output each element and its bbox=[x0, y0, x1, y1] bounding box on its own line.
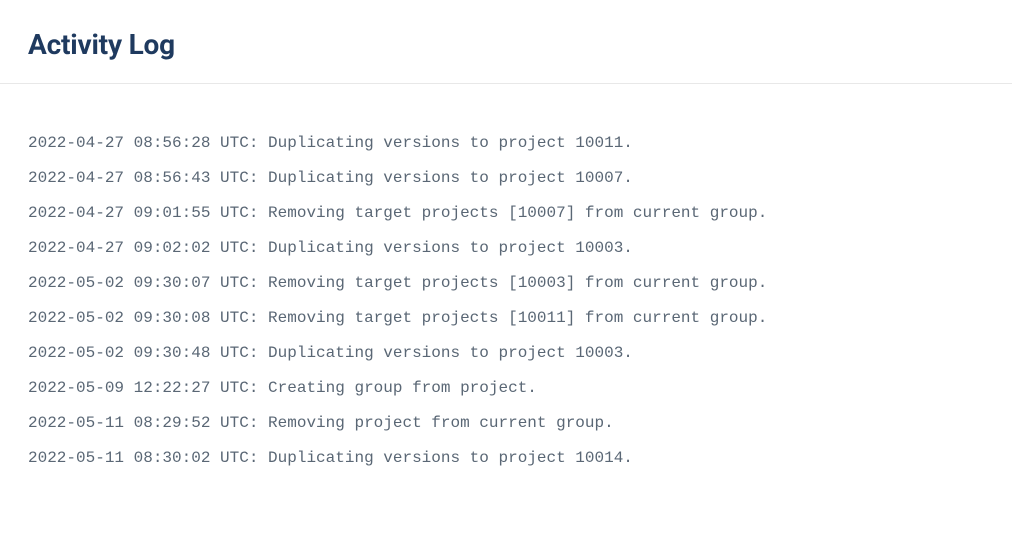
log-message: Removing target projects [10007] from cu… bbox=[268, 204, 767, 222]
log-timestamp: 2022-05-11 08:29:52 UTC bbox=[28, 414, 249, 432]
log-line: 2022-05-11 08:30:02 UTC: Duplicating ver… bbox=[28, 441, 984, 476]
log-separator: : bbox=[249, 309, 268, 327]
log-line: 2022-04-27 08:56:43 UTC: Duplicating ver… bbox=[28, 161, 984, 196]
log-separator: : bbox=[249, 449, 268, 467]
log-message: Removing target projects [10011] from cu… bbox=[268, 309, 767, 327]
log-message: Removing project from current group. bbox=[268, 414, 614, 432]
log-message: Removing target projects [10003] from cu… bbox=[268, 274, 767, 292]
log-message: Creating group from project. bbox=[268, 379, 537, 397]
log-line: 2022-05-02 09:30:08 UTC: Removing target… bbox=[28, 301, 984, 336]
log-message: Duplicating versions to project 10003. bbox=[268, 239, 633, 257]
log-separator: : bbox=[249, 274, 268, 292]
log-line: 2022-05-02 09:30:07 UTC: Removing target… bbox=[28, 266, 984, 301]
log-timestamp: 2022-05-02 09:30:07 UTC bbox=[28, 274, 249, 292]
log-separator: : bbox=[249, 344, 268, 362]
log-message: Duplicating versions to project 10007. bbox=[268, 169, 633, 187]
log-line: 2022-05-09 12:22:27 UTC: Creating group … bbox=[28, 371, 984, 406]
activity-log-body: 2022-04-27 08:56:28 UTC: Duplicating ver… bbox=[0, 84, 1012, 496]
activity-log-header: Activity Log bbox=[0, 0, 1012, 84]
log-timestamp: 2022-04-27 08:56:28 UTC bbox=[28, 134, 249, 152]
log-message: Duplicating versions to project 10014. bbox=[268, 449, 633, 467]
log-message: Duplicating versions to project 10011. bbox=[268, 134, 633, 152]
log-line: 2022-05-11 08:29:52 UTC: Removing projec… bbox=[28, 406, 984, 441]
page-title: Activity Log bbox=[28, 28, 984, 61]
log-timestamp: 2022-04-27 09:01:55 UTC bbox=[28, 204, 249, 222]
log-separator: : bbox=[249, 169, 268, 187]
log-message: Duplicating versions to project 10003. bbox=[268, 344, 633, 362]
log-separator: : bbox=[249, 414, 268, 432]
log-separator: : bbox=[249, 134, 268, 152]
log-line: 2022-05-02 09:30:48 UTC: Duplicating ver… bbox=[28, 336, 984, 371]
log-line: 2022-04-27 09:01:55 UTC: Removing target… bbox=[28, 196, 984, 231]
log-separator: : bbox=[249, 239, 268, 257]
log-separator: : bbox=[249, 379, 268, 397]
log-timestamp: 2022-05-11 08:30:02 UTC bbox=[28, 449, 249, 467]
log-timestamp: 2022-05-09 12:22:27 UTC bbox=[28, 379, 249, 397]
log-line: 2022-04-27 09:02:02 UTC: Duplicating ver… bbox=[28, 231, 984, 266]
log-timestamp: 2022-04-27 08:56:43 UTC bbox=[28, 169, 249, 187]
log-line: 2022-04-27 08:56:28 UTC: Duplicating ver… bbox=[28, 126, 984, 161]
log-timestamp: 2022-05-02 09:30:48 UTC bbox=[28, 344, 249, 362]
log-timestamp: 2022-05-02 09:30:08 UTC bbox=[28, 309, 249, 327]
log-separator: : bbox=[249, 204, 268, 222]
log-timestamp: 2022-04-27 09:02:02 UTC bbox=[28, 239, 249, 257]
